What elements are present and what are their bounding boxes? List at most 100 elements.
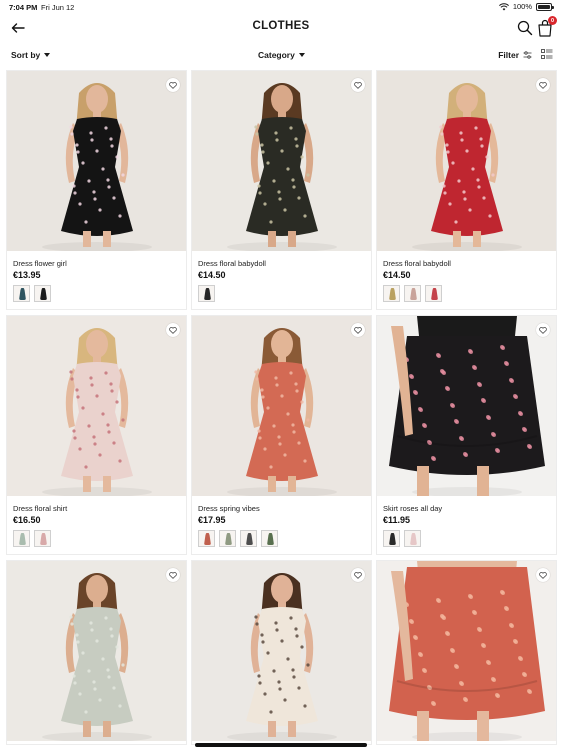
product-photo[interactable] bbox=[192, 71, 371, 251]
product-photo[interactable] bbox=[192, 316, 371, 496]
filter-button[interactable]: Filter bbox=[498, 50, 532, 60]
product-photo[interactable] bbox=[377, 71, 556, 251]
sort-by-label: Sort by bbox=[11, 50, 41, 60]
model-illustration bbox=[42, 83, 152, 251]
heart-icon bbox=[169, 571, 177, 579]
product-card[interactable] bbox=[6, 560, 187, 745]
product-card[interactable] bbox=[191, 560, 372, 745]
battery-percent: 100% bbox=[512, 2, 532, 11]
color-swatches bbox=[383, 285, 442, 302]
heart-icon bbox=[539, 81, 547, 89]
wishlist-button[interactable] bbox=[166, 78, 180, 92]
color-swatch[interactable] bbox=[219, 530, 236, 547]
heart-icon bbox=[539, 326, 547, 334]
product-photo[interactable] bbox=[7, 561, 186, 741]
sort-by-dropdown[interactable]: Sort by bbox=[11, 50, 51, 60]
color-swatch[interactable] bbox=[425, 285, 442, 302]
color-swatches bbox=[13, 530, 51, 547]
page-title: CLOTHES bbox=[252, 20, 310, 32]
color-swatches bbox=[198, 285, 215, 302]
color-swatch[interactable] bbox=[240, 530, 257, 547]
product-card[interactable]: Skirt roses all day €11.95 bbox=[376, 315, 557, 555]
product-price: €13.95 bbox=[13, 270, 41, 280]
product-card[interactable]: Dress flower girl €13.95 bbox=[6, 70, 187, 310]
product-card[interactable]: Dress spring vibes €17.95 bbox=[191, 315, 372, 555]
cart-count-badge: 0 bbox=[548, 16, 557, 25]
app-header: CLOTHES 0 bbox=[0, 14, 562, 42]
product-price: €17.95 bbox=[198, 515, 226, 525]
color-swatch[interactable] bbox=[198, 530, 215, 547]
filter-bar: Sort by Category Filter bbox=[0, 44, 562, 66]
product-card[interactable]: Dress floral babydoll €14.50 bbox=[191, 70, 372, 310]
sliders-icon bbox=[523, 51, 532, 59]
heart-icon bbox=[169, 326, 177, 334]
model-illustration bbox=[412, 83, 522, 251]
product-name[interactable]: Dress spring vibes bbox=[198, 504, 260, 513]
product-price: €14.50 bbox=[198, 270, 226, 280]
heart-icon bbox=[169, 81, 177, 89]
color-swatch[interactable] bbox=[261, 530, 278, 547]
product-card[interactable]: Dress floral babydoll €14.50 bbox=[376, 70, 557, 310]
status-time: 7:04 PM bbox=[9, 3, 38, 12]
model-illustration bbox=[42, 573, 152, 741]
wishlist-button[interactable] bbox=[351, 78, 365, 92]
color-swatches bbox=[198, 530, 278, 547]
product-photo[interactable] bbox=[192, 561, 371, 741]
product-name[interactable]: Dress floral babydoll bbox=[383, 259, 451, 268]
product-card[interactable]: Dress floral shirt €16.50 bbox=[6, 315, 187, 555]
color-swatch[interactable] bbox=[383, 285, 400, 302]
battery-icon bbox=[536, 2, 554, 11]
home-indicator bbox=[195, 743, 367, 747]
product-photo[interactable] bbox=[377, 316, 556, 496]
wishlist-button[interactable] bbox=[351, 323, 365, 337]
model-illustration bbox=[227, 573, 337, 741]
wishlist-button[interactable] bbox=[536, 78, 550, 92]
product-price: €14.50 bbox=[383, 270, 411, 280]
color-swatch[interactable] bbox=[34, 285, 51, 302]
product-name[interactable]: Dress flower girl bbox=[13, 259, 67, 268]
product-card[interactable] bbox=[376, 560, 557, 745]
search-button[interactable] bbox=[516, 19, 534, 37]
product-photo[interactable] bbox=[377, 561, 556, 741]
color-swatch[interactable] bbox=[34, 530, 51, 547]
caret-down-icon bbox=[44, 53, 51, 57]
list-view-icon bbox=[541, 49, 553, 59]
product-photo[interactable] bbox=[7, 71, 186, 251]
model-illustration bbox=[389, 316, 545, 496]
color-swatch[interactable] bbox=[383, 530, 400, 547]
wishlist-button[interactable] bbox=[351, 568, 365, 582]
model-illustration bbox=[389, 561, 545, 741]
heart-icon bbox=[354, 326, 362, 334]
search-icon bbox=[517, 20, 533, 36]
product-name[interactable]: Dress floral babydoll bbox=[198, 259, 266, 268]
product-name[interactable]: Skirt roses all day bbox=[383, 504, 442, 513]
status-date: Fri Jun 12 bbox=[41, 3, 75, 12]
heart-icon bbox=[539, 571, 547, 579]
wishlist-button[interactable] bbox=[536, 323, 550, 337]
model-illustration bbox=[227, 83, 337, 251]
wishlist-button[interactable] bbox=[166, 568, 180, 582]
wishlist-button[interactable] bbox=[166, 323, 180, 337]
heart-icon bbox=[354, 81, 362, 89]
model-illustration bbox=[227, 328, 337, 496]
heart-icon bbox=[354, 571, 362, 579]
color-swatches bbox=[383, 530, 421, 547]
color-swatch[interactable] bbox=[13, 530, 30, 547]
product-photo[interactable] bbox=[7, 316, 186, 496]
color-swatch[interactable] bbox=[404, 285, 421, 302]
color-swatch[interactable] bbox=[404, 530, 421, 547]
wishlist-button[interactable] bbox=[536, 568, 550, 582]
wifi-icon bbox=[498, 2, 509, 10]
product-name[interactable]: Dress floral shirt bbox=[13, 504, 67, 513]
status-right: 100% bbox=[498, 2, 554, 11]
category-dropdown[interactable]: Category bbox=[258, 50, 305, 60]
color-swatch[interactable] bbox=[198, 285, 215, 302]
shopping-bag-button[interactable]: 0 bbox=[536, 16, 557, 38]
color-swatches bbox=[13, 285, 51, 302]
list-view-toggle[interactable] bbox=[541, 49, 553, 60]
filter-label: Filter bbox=[498, 50, 519, 60]
model-illustration bbox=[42, 328, 152, 496]
product-price: €16.50 bbox=[13, 515, 41, 525]
color-swatch[interactable] bbox=[13, 285, 30, 302]
category-label: Category bbox=[258, 50, 295, 60]
